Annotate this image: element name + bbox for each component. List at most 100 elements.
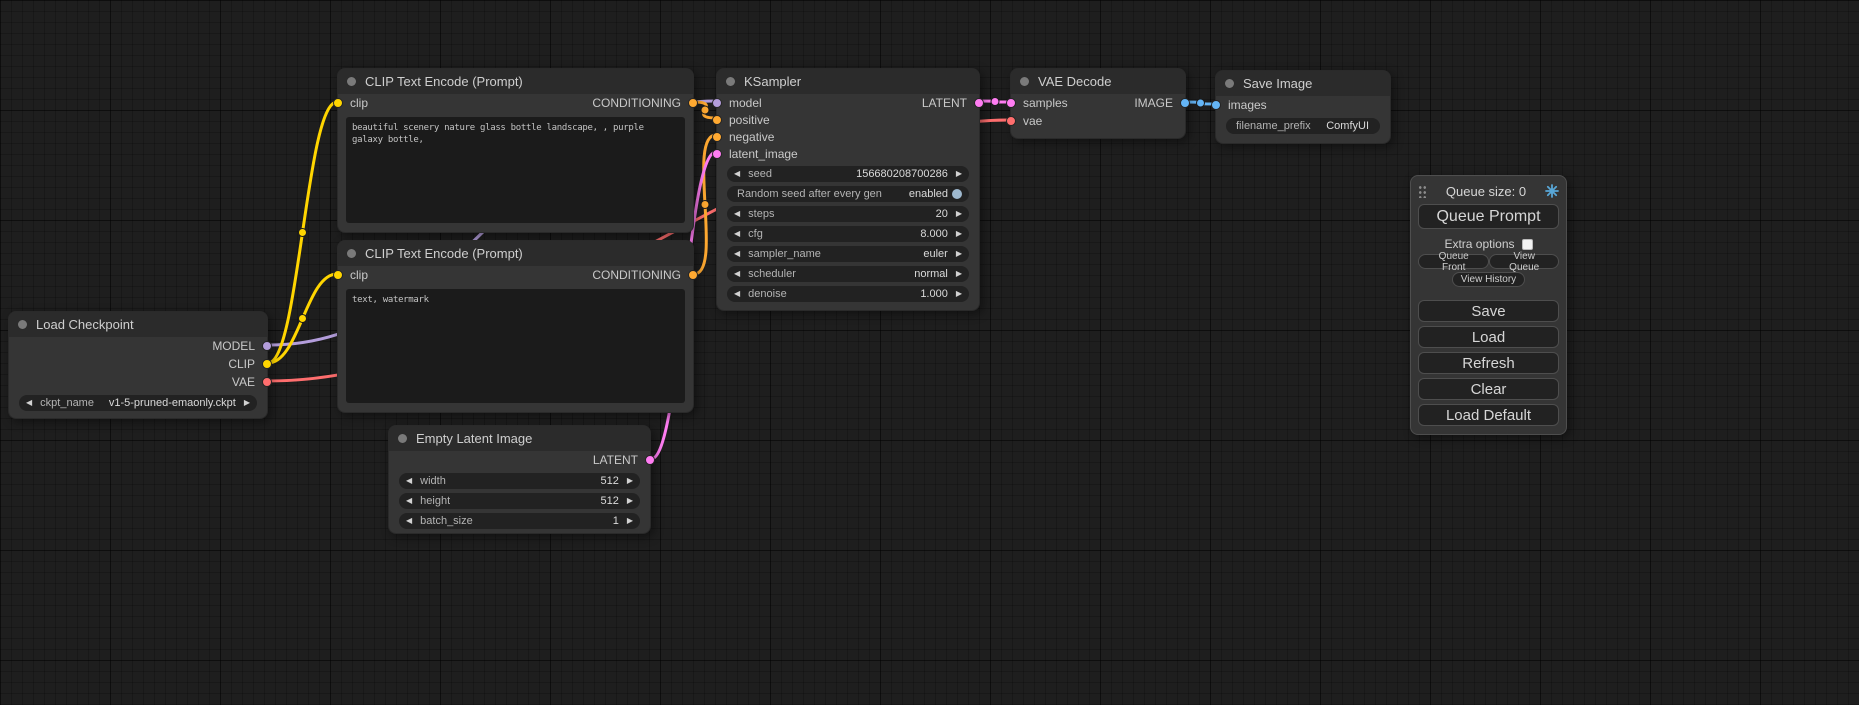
drag-handle-icon[interactable] [1418, 184, 1427, 198]
decrement-arrow-icon[interactable]: ◀ [406, 497, 412, 505]
samples-input-label: samples [1023, 96, 1068, 110]
save-button[interactable]: Save [1418, 300, 1559, 322]
vae-input-port[interactable] [1006, 116, 1016, 126]
extra-options-checkbox[interactable] [1522, 239, 1533, 250]
decrement-arrow-icon[interactable]: ◀ [734, 230, 740, 238]
prompt-textarea[interactable]: beautiful scenery nature glass bottle la… [346, 117, 685, 223]
refresh-button[interactable]: Refresh [1418, 352, 1559, 374]
model-output-port[interactable] [262, 341, 272, 351]
cfg-widget[interactable]: ◀ cfg 8.000 ▶ [727, 226, 969, 242]
prev-value-arrow-icon[interactable]: ◀ [734, 250, 740, 258]
node-titlebar[interactable]: CLIP Text Encode (Prompt) [338, 69, 693, 94]
batch-size-widget[interactable]: ◀ batch_size 1 ▶ [399, 513, 640, 529]
toggle-knob-icon[interactable] [952, 189, 962, 199]
conditioning-output-port[interactable] [688, 270, 698, 280]
node-save-image[interactable]: Save Image images filename_prefix ComfyU… [1215, 70, 1391, 144]
collapse-icon[interactable] [1020, 77, 1029, 86]
samples-input-port[interactable] [1006, 98, 1016, 108]
clip-link-midpoint-dot[interactable] [299, 229, 307, 237]
load-button[interactable]: Load [1418, 326, 1559, 348]
node-graph-canvas[interactable]: Load Checkpoint MODEL CLIP VAE ◀ ckpt_na… [0, 0, 1859, 705]
ckpt-name-widget[interactable]: ◀ ckpt_name v1-5-pruned-emaonly.ckpt ▶ [19, 395, 257, 411]
scheduler-widget[interactable]: ◀ scheduler normal ▶ [727, 266, 969, 282]
latent-output-port[interactable] [645, 455, 655, 465]
latent-image-input-port[interactable] [712, 149, 722, 159]
seed-widget[interactable]: ◀ seed 156680208700286 ▶ [727, 166, 969, 182]
queue-prompt-button[interactable]: Queue Prompt [1418, 204, 1559, 229]
decrement-arrow-icon[interactable]: ◀ [734, 290, 740, 298]
node-load-checkpoint[interactable]: Load Checkpoint MODEL CLIP VAE ◀ ckpt_na… [8, 311, 268, 419]
queue-front-button[interactable]: Queue Front [1418, 254, 1489, 269]
prev-value-arrow-icon[interactable]: ◀ [26, 399, 32, 407]
widget-value: 512 [600, 495, 618, 507]
node-titlebar[interactable]: Empty Latent Image [389, 426, 650, 451]
node-titlebar[interactable]: Load Checkpoint [9, 312, 267, 337]
increment-arrow-icon[interactable]: ▶ [956, 210, 962, 218]
node-empty-latent-image[interactable]: Empty Latent Image LATENT ◀ width 512 ▶ … [388, 425, 651, 534]
negative-input-port[interactable] [712, 132, 722, 142]
collapse-icon[interactable] [398, 434, 407, 443]
clip-link-midpoint-dot[interactable] [299, 315, 307, 323]
comfy-menu-panel[interactable]: Queue size: 0 Queue Prompt Extra options [1410, 175, 1567, 435]
denoise-widget[interactable]: ◀ denoise 1.000 ▶ [727, 286, 969, 302]
node-vae-decode[interactable]: VAE Decode samples IMAGE vae [1010, 68, 1186, 139]
collapse-icon[interactable] [726, 77, 735, 86]
filename-prefix-widget[interactable]: filename_prefix ComfyUI [1226, 118, 1380, 134]
clip-output-port[interactable] [262, 359, 272, 369]
increment-arrow-icon[interactable]: ▶ [627, 477, 633, 485]
decrement-arrow-icon[interactable]: ◀ [406, 517, 412, 525]
collapse-icon[interactable] [1225, 79, 1234, 88]
conditioning-output-port[interactable] [688, 98, 698, 108]
model-input-port[interactable] [712, 98, 722, 108]
sampler-name-widget[interactable]: ◀ sampler_name euler ▶ [727, 246, 969, 262]
decrement-arrow-icon[interactable]: ◀ [406, 477, 412, 485]
settings-gear-icon[interactable] [1545, 184, 1559, 198]
vae-input-label: vae [1023, 114, 1042, 128]
prompt-textarea[interactable]: text, watermark [346, 289, 685, 403]
next-value-arrow-icon[interactable]: ▶ [244, 399, 250, 407]
node-title: CLIP Text Encode (Prompt) [365, 246, 523, 261]
decrement-arrow-icon[interactable]: ◀ [734, 170, 740, 178]
decrement-arrow-icon[interactable]: ◀ [734, 210, 740, 218]
increment-arrow-icon[interactable]: ▶ [956, 170, 962, 178]
steps-widget[interactable]: ◀ steps 20 ▶ [727, 206, 969, 222]
next-value-arrow-icon[interactable]: ▶ [956, 270, 962, 278]
increment-arrow-icon[interactable]: ▶ [627, 517, 633, 525]
node-ksampler[interactable]: KSampler model LATENT positive negative … [716, 68, 980, 311]
slot-row: latent_image [717, 145, 979, 162]
node-titlebar[interactable]: VAE Decode [1011, 69, 1185, 94]
random-seed-widget[interactable]: Random seed after every gen enabled [727, 186, 969, 202]
node-titlebar[interactable]: Save Image [1216, 71, 1390, 96]
view-queue-button[interactable]: View Queue [1489, 254, 1559, 269]
node-clip-text-encode-negative[interactable]: CLIP Text Encode (Prompt) clip CONDITION… [337, 240, 694, 413]
view-history-button[interactable]: View History [1452, 272, 1525, 287]
width-widget[interactable]: ◀ width 512 ▶ [399, 473, 640, 489]
increment-arrow-icon[interactable]: ▶ [956, 230, 962, 238]
node-titlebar[interactable]: CLIP Text Encode (Prompt) [338, 241, 693, 266]
height-widget[interactable]: ◀ height 512 ▶ [399, 493, 640, 509]
images-input-port[interactable] [1211, 100, 1221, 110]
conditioning-link-midpoint-dot[interactable] [701, 201, 709, 209]
load-default-button[interactable]: Load Default [1418, 404, 1559, 426]
collapse-icon[interactable] [347, 77, 356, 86]
latent-output-port[interactable] [974, 98, 984, 108]
image-output-port[interactable] [1180, 98, 1190, 108]
next-value-arrow-icon[interactable]: ▶ [956, 250, 962, 258]
prev-value-arrow-icon[interactable]: ◀ [734, 270, 740, 278]
widget-value: normal [914, 268, 948, 280]
collapse-icon[interactable] [18, 320, 27, 329]
node-clip-text-encode-positive[interactable]: CLIP Text Encode (Prompt) clip CONDITION… [337, 68, 694, 233]
conditioning-link-midpoint-dot[interactable] [701, 106, 709, 114]
image-link-midpoint-dot[interactable] [1197, 99, 1205, 107]
increment-arrow-icon[interactable]: ▶ [956, 290, 962, 298]
positive-input-port[interactable] [712, 115, 722, 125]
collapse-icon[interactable] [347, 249, 356, 258]
latent-link-midpoint-dot[interactable] [991, 98, 999, 106]
vae-output-port[interactable] [262, 377, 272, 387]
increment-arrow-icon[interactable]: ▶ [627, 497, 633, 505]
node-title: Empty Latent Image [416, 431, 532, 446]
clip-input-port[interactable] [333, 98, 343, 108]
clip-input-port[interactable] [333, 270, 343, 280]
clear-button[interactable]: Clear [1418, 378, 1559, 400]
node-titlebar[interactable]: KSampler [717, 69, 979, 94]
